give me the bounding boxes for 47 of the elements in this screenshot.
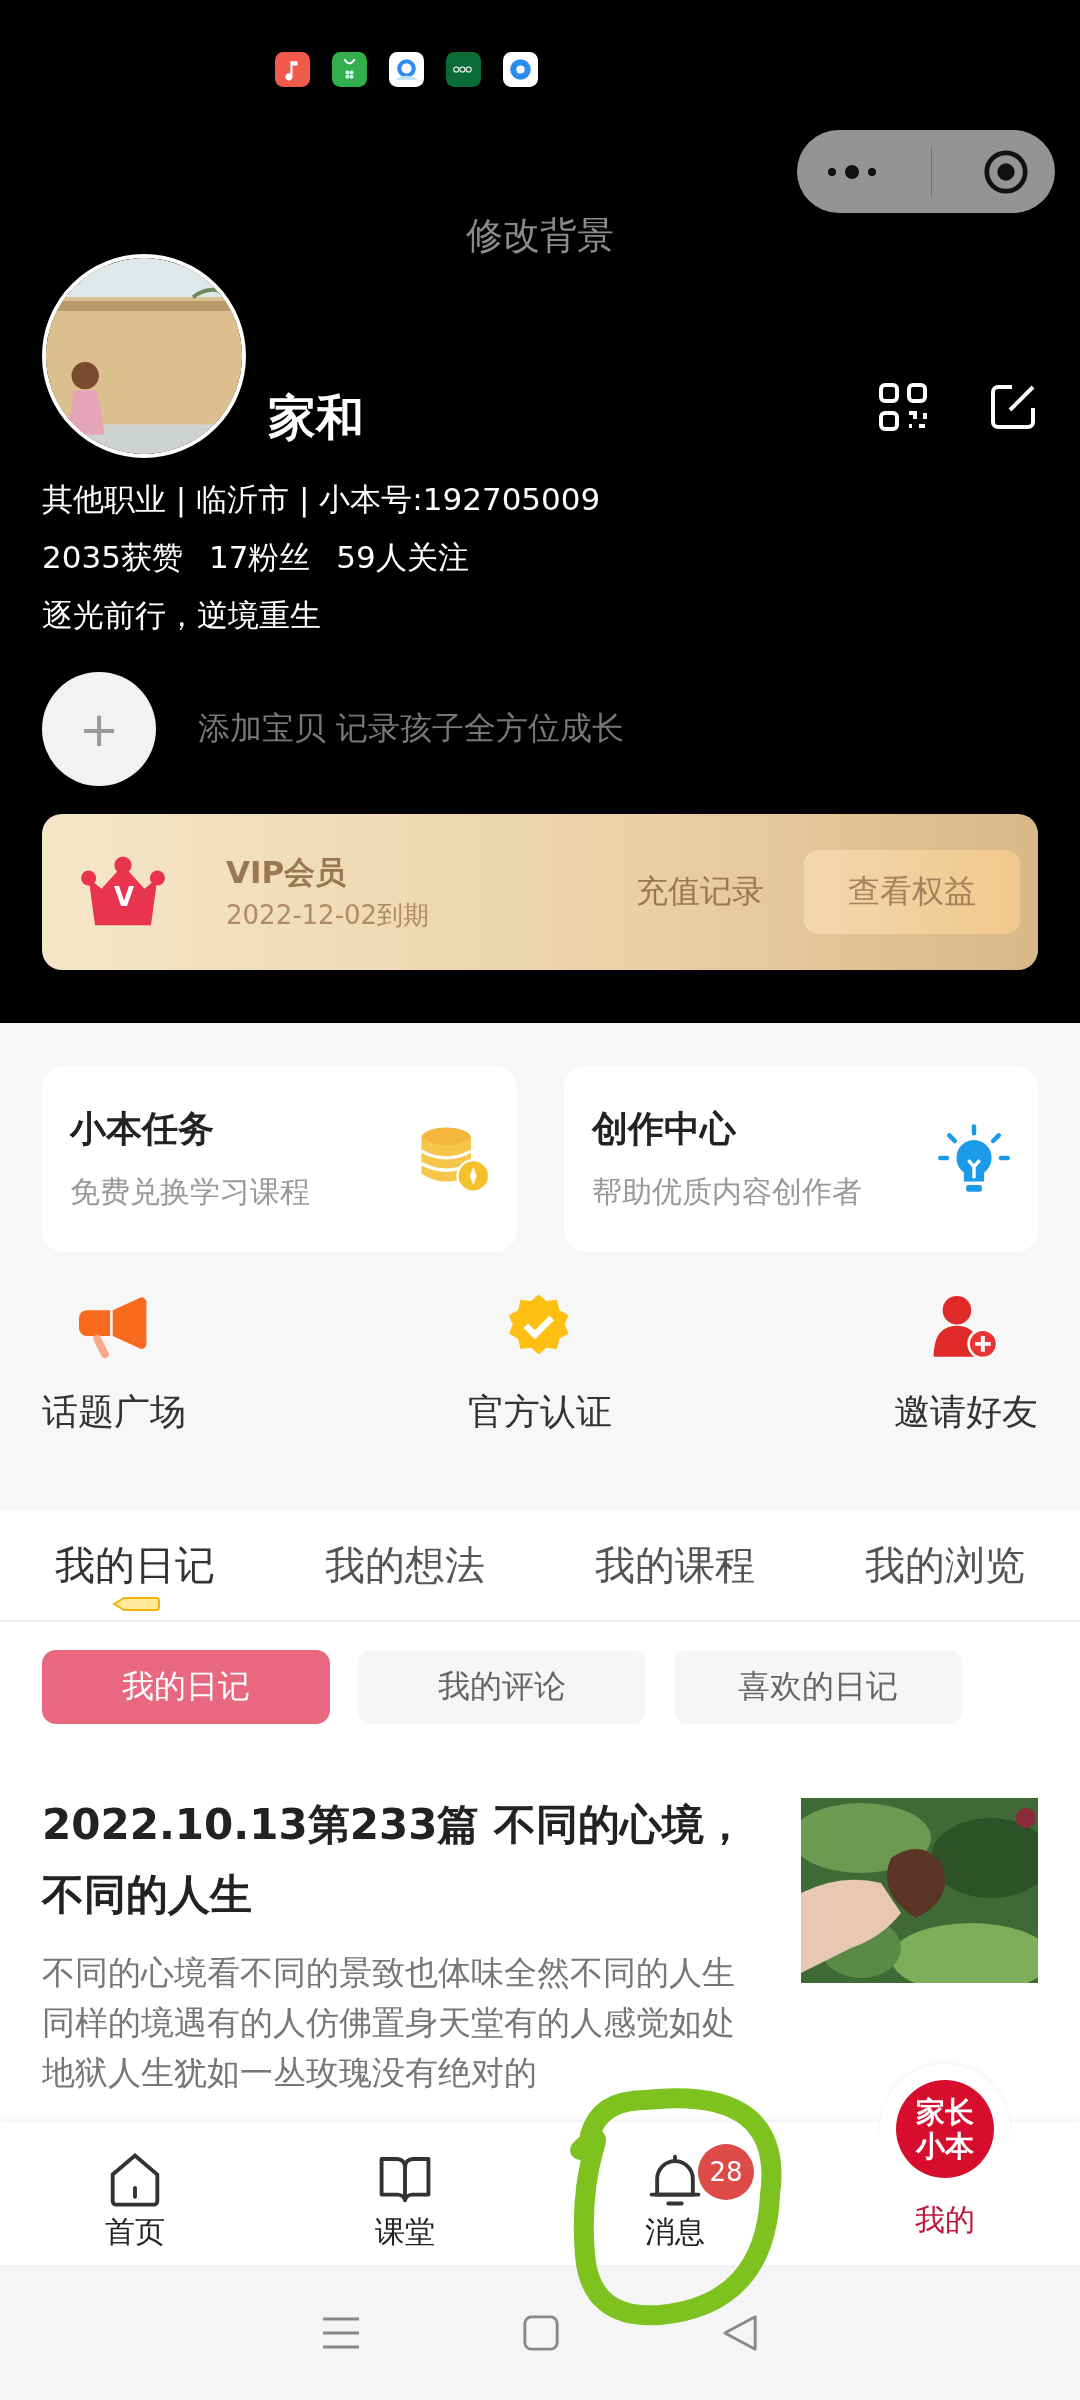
tab[interactable]: 我的想法 [325, 1538, 485, 1593]
music-note-icon [275, 52, 310, 87]
pencil-icon [110, 1597, 160, 1611]
feature-card[interactable]: 创作中心 帮助优质内容创作者 [563, 1066, 1038, 1252]
edit-icon[interactable] [988, 382, 1038, 432]
browser-icon [389, 52, 424, 87]
unread-count-badge: 28 [698, 2144, 754, 2200]
vip-badge-letter: V [114, 882, 135, 912]
card-subtitle: 帮助优质内容创作者 [591, 1173, 862, 1211]
article-title[interactable]: 2022.10.13第233篇 不同的心境，不同的人生 [42, 1790, 761, 1930]
app-logo[interactable]: 家长小本 [880, 2064, 1010, 2194]
change-background-button[interactable]: 修改背景 [466, 214, 614, 258]
close-icon[interactable] [982, 147, 1031, 196]
article-excerpt: 不同的心境看不同的景致也体味全然不同的人生同样的境遇有的人仿佛置身天堂有的人感觉如处地狱人生犹如一丛玫瑰没有绝对的 [42, 1952, 736, 2094]
nav-tab[interactable]: 我的 [915, 2200, 975, 2241]
nav-tab[interactable]: 课堂 [375, 2212, 435, 2253]
vip-expiry-date: 2022-12-02到期 [226, 898, 430, 932]
profile-info: 其他职业 | 临沂市 | 小本号:192705009 [42, 480, 602, 520]
vip-title: VIP会员 [226, 852, 348, 892]
stat-count[interactable]: 2035获赞 [42, 528, 183, 586]
home-button-icon[interactable] [522, 2313, 560, 2352]
feature-card[interactable]: 小本任务 免费兑换学习课程 [42, 1066, 517, 1252]
stat-count[interactable]: 59人关注 [336, 528, 469, 586]
card-subtitle: 免费兑换学习课程 [70, 1173, 310, 1211]
shortcut-label[interactable]: 话题广场 [42, 1388, 186, 1437]
store-icon [446, 52, 481, 87]
shopping-bag-icon [332, 52, 367, 87]
shortcut-label[interactable]: 邀请好友 [894, 1388, 1038, 1437]
filter-chip[interactable]: 我的评论 [358, 1650, 646, 1724]
card-title: 小本任务 [70, 1107, 215, 1151]
user-name: 家和 [268, 388, 364, 447]
add-child-hint[interactable]: 添加宝贝 记录孩子全方位成长 [198, 707, 625, 751]
target-icon [503, 52, 538, 87]
logo-text: 家长小本 [896, 2080, 994, 2178]
light-bulb-icon [938, 1124, 1010, 1194]
tab[interactable]: 我的浏览 [865, 1538, 1025, 1593]
card-title: 创作中心 [591, 1107, 737, 1151]
bio-text: 逐光前行，逆境重生 [42, 596, 322, 635]
tab[interactable]: 我的课程 [595, 1538, 755, 1593]
stat-count[interactable]: 17粉丝 [208, 528, 311, 586]
tab[interactable]: 我的日记 [55, 1538, 215, 1593]
shortcut-label[interactable]: 官方认证 [468, 1388, 612, 1437]
qr-code-icon[interactable] [878, 382, 928, 432]
back-icon[interactable] [721, 2313, 760, 2352]
nav-tab[interactable]: 消息 [645, 2212, 705, 2253]
filter-chip[interactable]: 喜欢的日记 [674, 1650, 962, 1724]
nav-tab[interactable]: 首页 [105, 2212, 165, 2253]
